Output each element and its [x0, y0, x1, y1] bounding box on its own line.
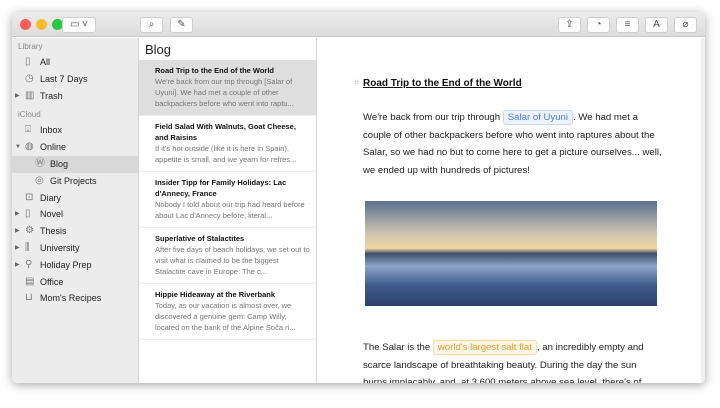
- clock-icon: ◷: [25, 72, 34, 84]
- sidebar-item-label: Holiday Prep: [40, 259, 92, 270]
- sidebar: Library ▯ All ◷ Last 7 Days ▶ ▥ Trash iCloud…: [12, 38, 139, 383]
- compose-icon: ✎: [177, 19, 186, 30]
- typography-button[interactable]: A: [645, 17, 668, 33]
- books-icon: ⫼: [25, 241, 30, 253]
- sidebar-item-online[interactable]: ▼ ◍ Online: [12, 139, 138, 156]
- text: We're back from our trip through: [363, 112, 503, 123]
- hiker-icon: ⚲: [25, 258, 33, 270]
- inbox-icon: ⍗: [25, 124, 31, 136]
- list-icon: ≡: [624, 19, 631, 30]
- note-item[interactable]: Road Trip to the End of the World We're b…: [139, 60, 316, 116]
- trash-icon: ▥: [25, 89, 35, 101]
- close-button[interactable]: [20, 19, 31, 30]
- share-button[interactable]: ⇪: [558, 17, 581, 33]
- disclosure-triangle-icon[interactable]: ▶: [15, 206, 20, 223]
- text: The Salar is the: [363, 342, 433, 353]
- scrollbar[interactable]: [701, 38, 705, 383]
- note-list: Blog Road Trip to the End of the World We…: [139, 38, 317, 383]
- note-item[interactable]: Field Salad With Walnuts, Goat Cheese, a…: [139, 116, 316, 172]
- note-item[interactable]: Hippie Hideaway at the Riverbank Today, a…: [139, 284, 316, 340]
- typography-icon: A: [653, 19, 660, 30]
- sidebar-item-moms-recipes[interactable]: ⊔ Mom's Recipes: [12, 290, 138, 307]
- sidebar-item-university[interactable]: ▶ ⫼ University: [12, 240, 138, 257]
- note-preview: Nobody I told about our trip had heard b…: [155, 200, 305, 220]
- notebook-icon: ▯: [25, 208, 31, 220]
- sidebar-item-inbox[interactable]: ⍗ Inbox: [12, 122, 138, 139]
- sidebar-item-label: Office: [40, 276, 64, 287]
- list-title: Blog: [145, 42, 172, 57]
- sidebar-item-git-projects[interactable]: ◎ Git Projects: [12, 173, 138, 190]
- sidebar-item-label: University: [40, 242, 80, 253]
- github-icon: ◎: [35, 174, 44, 186]
- sidebar-item-label: Blog: [50, 158, 69, 169]
- sidebar-item-label: Trash: [40, 90, 63, 101]
- pot-icon: ⊔: [25, 292, 33, 304]
- sidebar-icon: ▭ ˅: [69, 19, 89, 30]
- salar-photo: [365, 201, 657, 306]
- sidebar-item-label: Thesis: [40, 226, 67, 237]
- link-tag[interactable]: Salar of Uyuni: [502, 110, 574, 125]
- note-title: Field Salad With Walnuts, Goat Cheese, a…: [155, 122, 296, 142]
- sidebar-item-label: All: [40, 57, 51, 67]
- note-title: Road Trip to the End of the World: [155, 66, 275, 75]
- search-icon: ⌕: [148, 19, 155, 30]
- compose-button[interactable]: ✎: [170, 17, 193, 33]
- disclosure-triangle-icon[interactable]: ▶: [15, 223, 20, 240]
- note-item[interactable]: Superlative of Stalactites After five day…: [139, 228, 316, 284]
- wordpress-icon: Ⓦ: [35, 157, 45, 169]
- sidebar-item-diary[interactable]: ⊡ Diary: [12, 190, 138, 207]
- sidebar-item-last-7-days[interactable]: ◷ Last 7 Days: [12, 71, 138, 88]
- sidebar-item-label: Git Projects: [50, 175, 97, 186]
- paperclip-icon: ⌀: [682, 19, 689, 30]
- note-title: Superlative of Stalactites: [155, 234, 245, 243]
- building-icon: ▤: [25, 275, 35, 287]
- editor[interactable]: # Road Trip to the End of the World We'r…: [317, 38, 705, 383]
- app-window: ▭ ˅ ⌕ ✎ ⇪ ◔ ≡ A ⌀ Library ▯ All ◷ Last 7 D…: [12, 12, 705, 383]
- sidebar-item-all[interactable]: ▯ All: [12, 54, 138, 71]
- sidebar-item-office[interactable]: ▤ Office: [12, 274, 138, 291]
- sidebar-item-label: Online: [40, 142, 67, 153]
- sidebar-item-novel[interactable]: ▶ ▯ Novel: [12, 206, 138, 223]
- sidebar-item-label: Novel: [40, 209, 64, 220]
- lock-icon: ⊡: [25, 191, 34, 203]
- note-preview: We're back from our trip through [Salar …: [155, 77, 294, 108]
- note-title: Hippie Hideaway at the Riverbank: [155, 290, 276, 299]
- sidebar-item-label: Mom's Recipes: [40, 293, 102, 304]
- globe-icon: ◍: [25, 141, 34, 153]
- note-title: Insider Tipp for Family Holidays: Lac d'…: [155, 178, 287, 198]
- sidebar-item-label: Last 7 Days: [40, 73, 88, 84]
- disclosure-triangle-icon[interactable]: ▶: [15, 240, 20, 257]
- note-item[interactable]: Insider Tipp for Family Holidays: Lac d'…: [139, 172, 316, 228]
- paragraph: The Salar is the world's largest salt fl…: [363, 339, 663, 383]
- sidebar-item-label: Diary: [40, 192, 62, 203]
- sidebar-item-blog[interactable]: Ⓦ Blog: [12, 155, 138, 173]
- paragraph: We're back from our trip through Salar o…: [363, 109, 663, 179]
- disclosure-triangle-icon[interactable]: ▶: [15, 88, 20, 105]
- section-icloud: iCloud: [18, 110, 41, 120]
- search-button[interactable]: ⌕: [140, 17, 163, 33]
- gauge-icon: ◔: [595, 19, 602, 30]
- highlight-tag[interactable]: world's largest salt flat: [432, 340, 537, 355]
- attach-button[interactable]: ⌀: [674, 17, 697, 33]
- heading-marker: #: [354, 78, 360, 88]
- toc-button[interactable]: ≡: [616, 17, 639, 33]
- sidebar-item-trash[interactable]: ▶ ▥ Trash: [12, 88, 138, 105]
- note-preview: After five days of beach holidays, we se…: [155, 245, 310, 276]
- note-heading: Road Trip to the End of the World: [363, 78, 522, 89]
- notebook-icon: ▯: [25, 56, 31, 67]
- sidebar-toggle-button[interactable]: ▭ ˅: [62, 17, 96, 33]
- minimize-button[interactable]: [36, 19, 47, 30]
- sidebar-item-thesis[interactable]: ▶ ⚙ Thesis: [12, 223, 138, 240]
- note-preview: If it's hot outside (like it is here in …: [155, 144, 297, 164]
- section-library: Library: [18, 42, 43, 51]
- note-preview: Today, as our vacation is almost over, w…: [155, 301, 296, 332]
- gear-icon: ⚙: [25, 225, 34, 237]
- disclosure-triangle-icon[interactable]: ▶: [15, 257, 20, 274]
- stats-button[interactable]: ◔: [587, 17, 610, 33]
- share-icon: ⇪: [565, 19, 574, 30]
- toolbar: ▭ ˅ ⌕ ✎ ⇪ ◔ ≡ A ⌀: [12, 12, 705, 37]
- sidebar-item-holiday-prep[interactable]: ▶ ⚲ Holiday Prep: [12, 257, 138, 274]
- sidebar-item-label: Inbox: [40, 125, 63, 136]
- disclosure-triangle-icon[interactable]: ▼: [15, 139, 21, 156]
